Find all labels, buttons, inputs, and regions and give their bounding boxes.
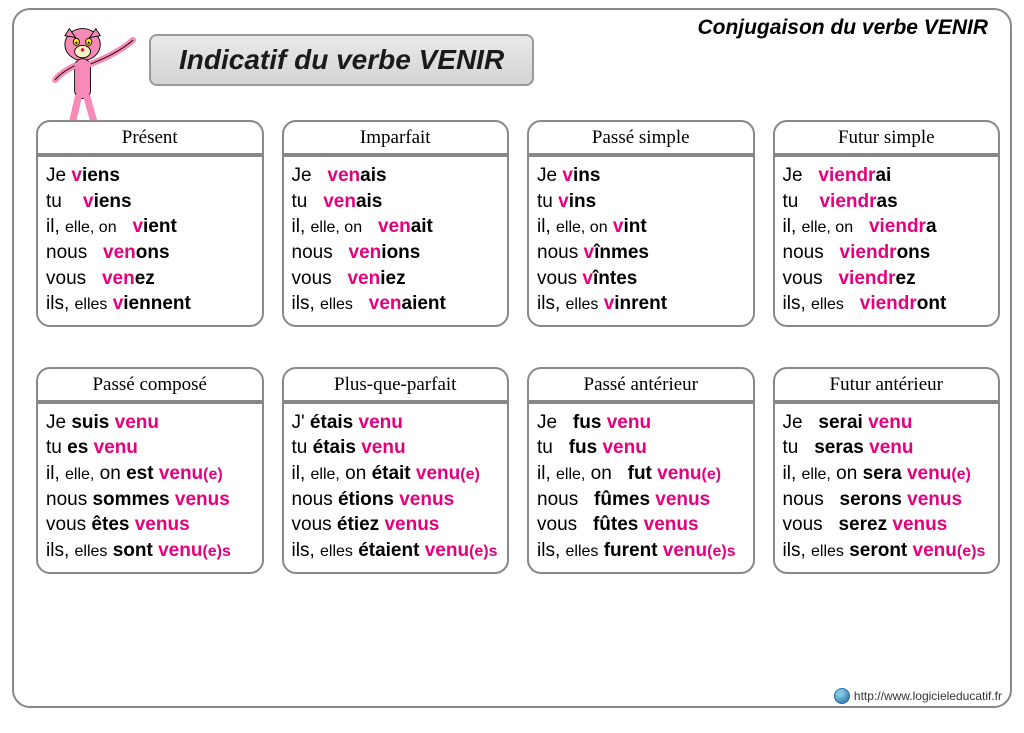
conjugation-line: Je serai venu: [783, 410, 991, 436]
conjugation-line: vous venez: [46, 266, 254, 292]
conjugation-line: ils, elles sont venu(e)s: [46, 538, 254, 564]
conjugation-line: Je venais: [292, 163, 500, 189]
conjugation-line: il, elle, on est venu(e): [46, 461, 254, 487]
conjugation-line: ils, elles viennent: [46, 291, 254, 317]
tense-body: Je venaistu venaisil, elle, on venaitnou…: [284, 157, 508, 325]
conjugation-line: J' étais venu: [292, 410, 500, 436]
conjugation-line: Je fus venu: [537, 410, 745, 436]
conjugation-line: ils, elles venaient: [292, 291, 500, 317]
tense-card: Présent Je vienstu viensil, elle, on vie…: [36, 120, 264, 327]
conjugation-line: nous fûmes venus: [537, 487, 745, 513]
tense-card: Futur antérieur Je serai venutu seras ve…: [773, 367, 1001, 574]
tense-card: Futur simple Je viendraitu viendrasil, e…: [773, 120, 1001, 327]
conjugation-line: il, elle, on venait: [292, 214, 500, 240]
conjugation-line: tu es venu: [46, 435, 254, 461]
conjugation-line: il, elle, on fut venu(e): [537, 461, 745, 487]
conjugation-line: vous vîntes: [537, 266, 745, 292]
tense-card: Passé simple Je vinstu vinsil, elle, on …: [527, 120, 755, 327]
worksheet-page: Conjugaison du verbe VENIR Indicatif du …: [12, 8, 1012, 708]
conjugation-line: vous étiez venus: [292, 512, 500, 538]
tense-title: Passé antérieur: [529, 369, 753, 404]
conjugation-line: nous viendrons: [783, 240, 991, 266]
conjugation-line: tu étais venu: [292, 435, 500, 461]
conjugation-line: il, elle, on vint: [537, 214, 745, 240]
conjugation-line: tu seras venu: [783, 435, 991, 461]
tense-body: Je suis venutu es venuil, elle, on est v…: [38, 404, 262, 572]
conjugation-line: vous êtes venus: [46, 512, 254, 538]
conjugation-line: tu venais: [292, 189, 500, 215]
conjugation-line: vous serez venus: [783, 512, 991, 538]
conjugation-line: Je vins: [537, 163, 745, 189]
conjugation-line: nous vînmes: [537, 240, 745, 266]
tense-body: J' étais venutu étais venuil, elle, on é…: [284, 404, 508, 572]
conjugation-line: tu viens: [46, 189, 254, 215]
tense-card: Imparfait Je venaistu venaisil, elle, on…: [282, 120, 510, 327]
site-footer: http://www.logicieleducatif.fr: [834, 688, 1002, 704]
tense-card: Plus-que-parfait J' étais venutu étais v…: [282, 367, 510, 574]
conjugation-line: ils, elles étaient venu(e)s: [292, 538, 500, 564]
conjugation-line: il, elle, on sera venu(e): [783, 461, 991, 487]
tense-title: Passé simple: [529, 122, 753, 157]
tense-title: Plus-que-parfait: [284, 369, 508, 404]
conjugation-line: ils, elles furent venu(e)s: [537, 538, 745, 564]
tense-title: Présent: [38, 122, 262, 157]
conjugation-line: nous venons: [46, 240, 254, 266]
conjugation-line: il, elle, on était venu(e): [292, 461, 500, 487]
tense-grid: Présent Je vienstu viensil, elle, on vie…: [36, 120, 1000, 614]
conjugation-line: il, elle, on vient: [46, 214, 254, 240]
conjugation-line: vous viendrez: [783, 266, 991, 292]
tense-title: Passé composé: [38, 369, 262, 404]
page-title: Indicatif du verbe VENIR: [149, 34, 534, 86]
conjugation-line: vous veniez: [292, 266, 500, 292]
tense-card: Passé antérieur Je fus venutu fus venuil…: [527, 367, 755, 574]
tense-card: Passé composé Je suis venutu es venuil, …: [36, 367, 264, 574]
globe-icon: [834, 688, 850, 704]
conjugation-line: tu vins: [537, 189, 745, 215]
conjugation-line: il, elle, on viendra: [783, 214, 991, 240]
conjugation-line: Je viens: [46, 163, 254, 189]
conjugation-line: tu viendras: [783, 189, 991, 215]
conjugation-line: Je viendrai: [783, 163, 991, 189]
tense-title: Futur antérieur: [775, 369, 999, 404]
tense-body: Je viendraitu viendrasil, elle, on viend…: [775, 157, 999, 325]
conjugation-line: nous étions venus: [292, 487, 500, 513]
conjugation-line: Je suis venu: [46, 410, 254, 436]
tense-body: Je serai venutu seras venuil, elle, on s…: [775, 404, 999, 572]
tense-body: Je fus venutu fus venuil, elle, on fut v…: [529, 404, 753, 572]
tense-title: Futur simple: [775, 122, 999, 157]
conjugation-line: nous venions: [292, 240, 500, 266]
conjugation-line: ils, elles vinrent: [537, 291, 745, 317]
conjugation-line: ils, elles seront venu(e)s: [783, 538, 991, 564]
page-subtitle: Conjugaison du verbe VENIR: [697, 16, 988, 40]
tense-body: Je vienstu viensil, elle, on vientnous v…: [38, 157, 262, 325]
conjugation-line: tu fus venu: [537, 435, 745, 461]
tense-body: Je vinstu vinsil, elle, on vintnous vînm…: [529, 157, 753, 325]
conjugation-line: nous serons venus: [783, 487, 991, 513]
site-url: http://www.logicieleducatif.fr: [854, 689, 1002, 703]
conjugation-line: vous fûtes venus: [537, 512, 745, 538]
conjugation-line: ils, elles viendront: [783, 291, 991, 317]
conjugation-line: nous sommes venus: [46, 487, 254, 513]
tense-title: Imparfait: [284, 122, 508, 157]
panther-illustration: [32, 18, 142, 133]
